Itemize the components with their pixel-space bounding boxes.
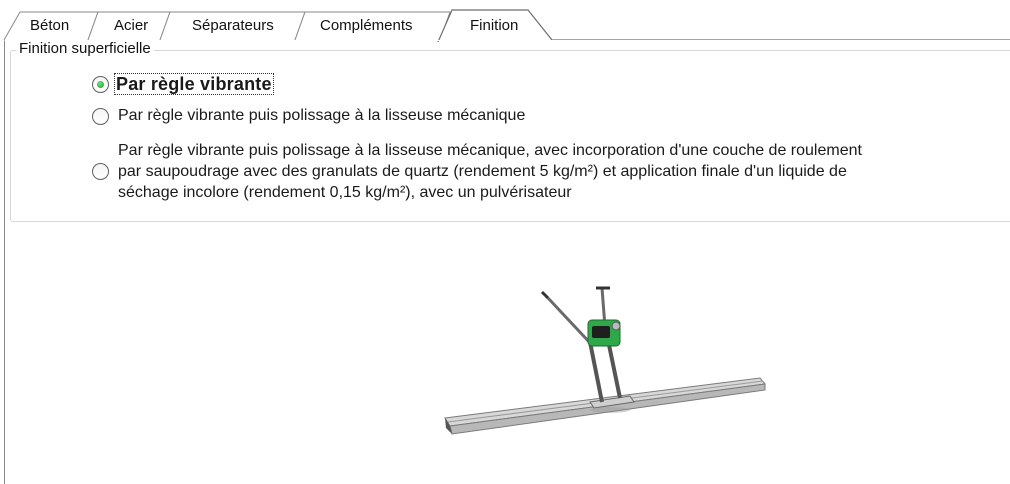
option-line: séchage incolore (rendement 0,15 kg/m²),… xyxy=(118,184,572,201)
radio-button[interactable] xyxy=(92,163,109,180)
tab-strip: Béton Acier Séparateurs Compléments Fini… xyxy=(0,0,1010,42)
option-label: Par règle vibrante puis polissage à la l… xyxy=(118,107,526,124)
tab-finition[interactable]: Finition xyxy=(470,17,518,35)
tab-beton[interactable]: Béton xyxy=(30,17,69,35)
option-regle-vibrante-quartz[interactable] xyxy=(92,163,109,180)
radio-button-checked[interactable] xyxy=(92,75,109,93)
radio-button[interactable] xyxy=(92,107,109,125)
vibrating-screed-image xyxy=(444,286,766,435)
tab-separateurs[interactable]: Séparateurs xyxy=(192,17,274,35)
option-label: Par règle vibrante xyxy=(114,73,274,95)
tab-acier[interactable]: Acier xyxy=(114,17,148,35)
option-line: par saupoudrage avec des granulats de qu… xyxy=(118,163,847,180)
tab-complements[interactable]: Compléments xyxy=(320,17,413,35)
option-regle-vibrante-polissage[interactable]: Par règle vibrante puis polissage à la l… xyxy=(92,106,525,126)
option-line: Par règle vibrante puis polissage à la l… xyxy=(118,142,862,159)
option-label-multiline: Par règle vibrante puis polissage à la l… xyxy=(118,140,978,203)
option-regle-vibrante[interactable]: Par règle vibrante xyxy=(92,73,274,95)
groupbox-legend: Finition superficielle xyxy=(16,40,154,58)
